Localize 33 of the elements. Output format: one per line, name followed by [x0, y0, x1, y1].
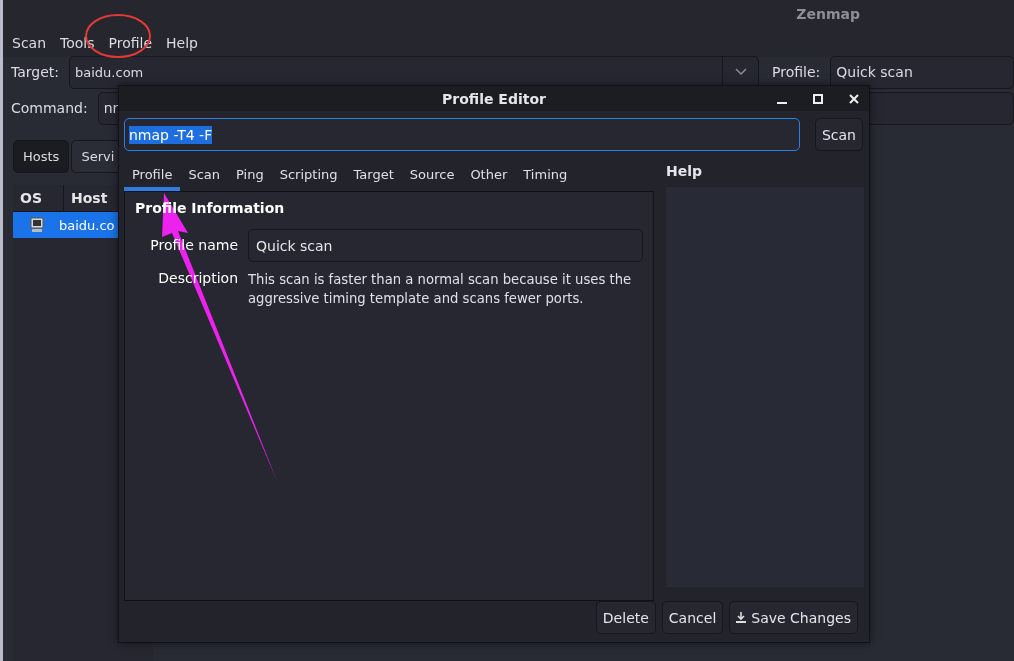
minimize-icon [777, 101, 787, 104]
profile-name-field[interactable]: Quick scan [248, 229, 643, 262]
dialog-button[interactable]: Cancel [661, 601, 724, 634]
chevron-down-icon [734, 68, 747, 76]
maximize-button[interactable] [811, 91, 825, 106]
tab[interactable]: Source [401, 167, 463, 191]
maximize-icon [813, 93, 823, 104]
command-label: Command: [11, 100, 88, 116]
profile-label: Profile: [772, 64, 821, 80]
tab[interactable]: Hosts [13, 140, 70, 173]
tab[interactable]: Target [345, 167, 402, 191]
tab[interactable]: Timing [515, 167, 576, 191]
menu-item[interactable]: Help [166, 34, 198, 51]
window-title: Zenmap [796, 6, 860, 22]
description-text: This scan is faster than a normal scan because it uses the aggressive timing template and scans fewer ports. [248, 271, 633, 308]
tab[interactable]: Ping [228, 167, 272, 191]
command-field[interactable]: nmap -T4 -F [124, 118, 800, 151]
column-header[interactable]: OS [13, 185, 64, 211]
tab[interactable]: Other [462, 167, 516, 191]
tab[interactable]: Scan [180, 167, 229, 191]
help-title: Help [666, 163, 704, 177]
target-label: Target: [11, 64, 60, 80]
dialog-button[interactable]: Delete [595, 601, 656, 634]
tab[interactable]: Scripting [271, 167, 346, 191]
computer-icon [29, 217, 45, 233]
download-icon [736, 612, 747, 623]
close-icon [849, 93, 859, 104]
menu-item[interactable]: Scan [12, 34, 47, 51]
dialog-title: Profile Editor [442, 90, 546, 107]
scan-button[interactable]: Scan [814, 118, 863, 151]
save-button[interactable]: Save Changes [729, 601, 858, 634]
close-button[interactable] [847, 91, 861, 106]
profile-field[interactable]: Quick scan [830, 55, 1014, 89]
